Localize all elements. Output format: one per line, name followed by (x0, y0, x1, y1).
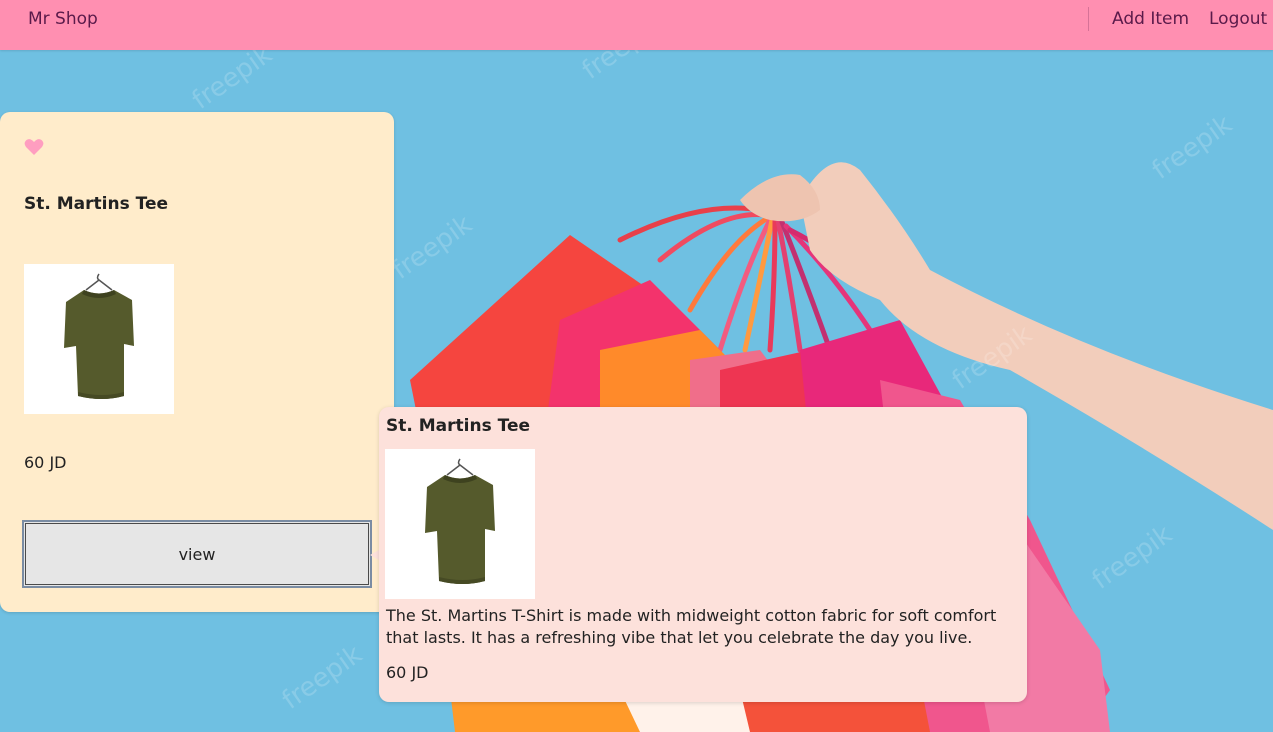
popover-description: The St. Martins T-Shirt is made with mid… (386, 606, 997, 647)
popover-arrow (370, 550, 379, 560)
product-card: St. Martins Tee 60 JD view (0, 112, 394, 612)
product-image (24, 264, 174, 414)
brand-link[interactable]: Mr Shop (28, 9, 98, 29)
popover-price: 60 JD (386, 663, 429, 682)
product-price: 60 JD (24, 453, 67, 472)
product-popover: St. Martins Tee The St. Martins T-Shirt … (379, 407, 1027, 702)
heart-icon[interactable] (24, 138, 44, 156)
popover-image (385, 449, 535, 599)
navbar: Mr Shop Add Item Logout (0, 0, 1273, 50)
add-item-link[interactable]: Add Item (1112, 9, 1189, 29)
popover-title: St. Martins Tee (386, 416, 531, 436)
nav-divider (1088, 7, 1089, 31)
logout-link[interactable]: Logout (1209, 9, 1267, 29)
product-title: St. Martins Tee (24, 194, 169, 214)
view-button[interactable]: view (22, 520, 372, 588)
